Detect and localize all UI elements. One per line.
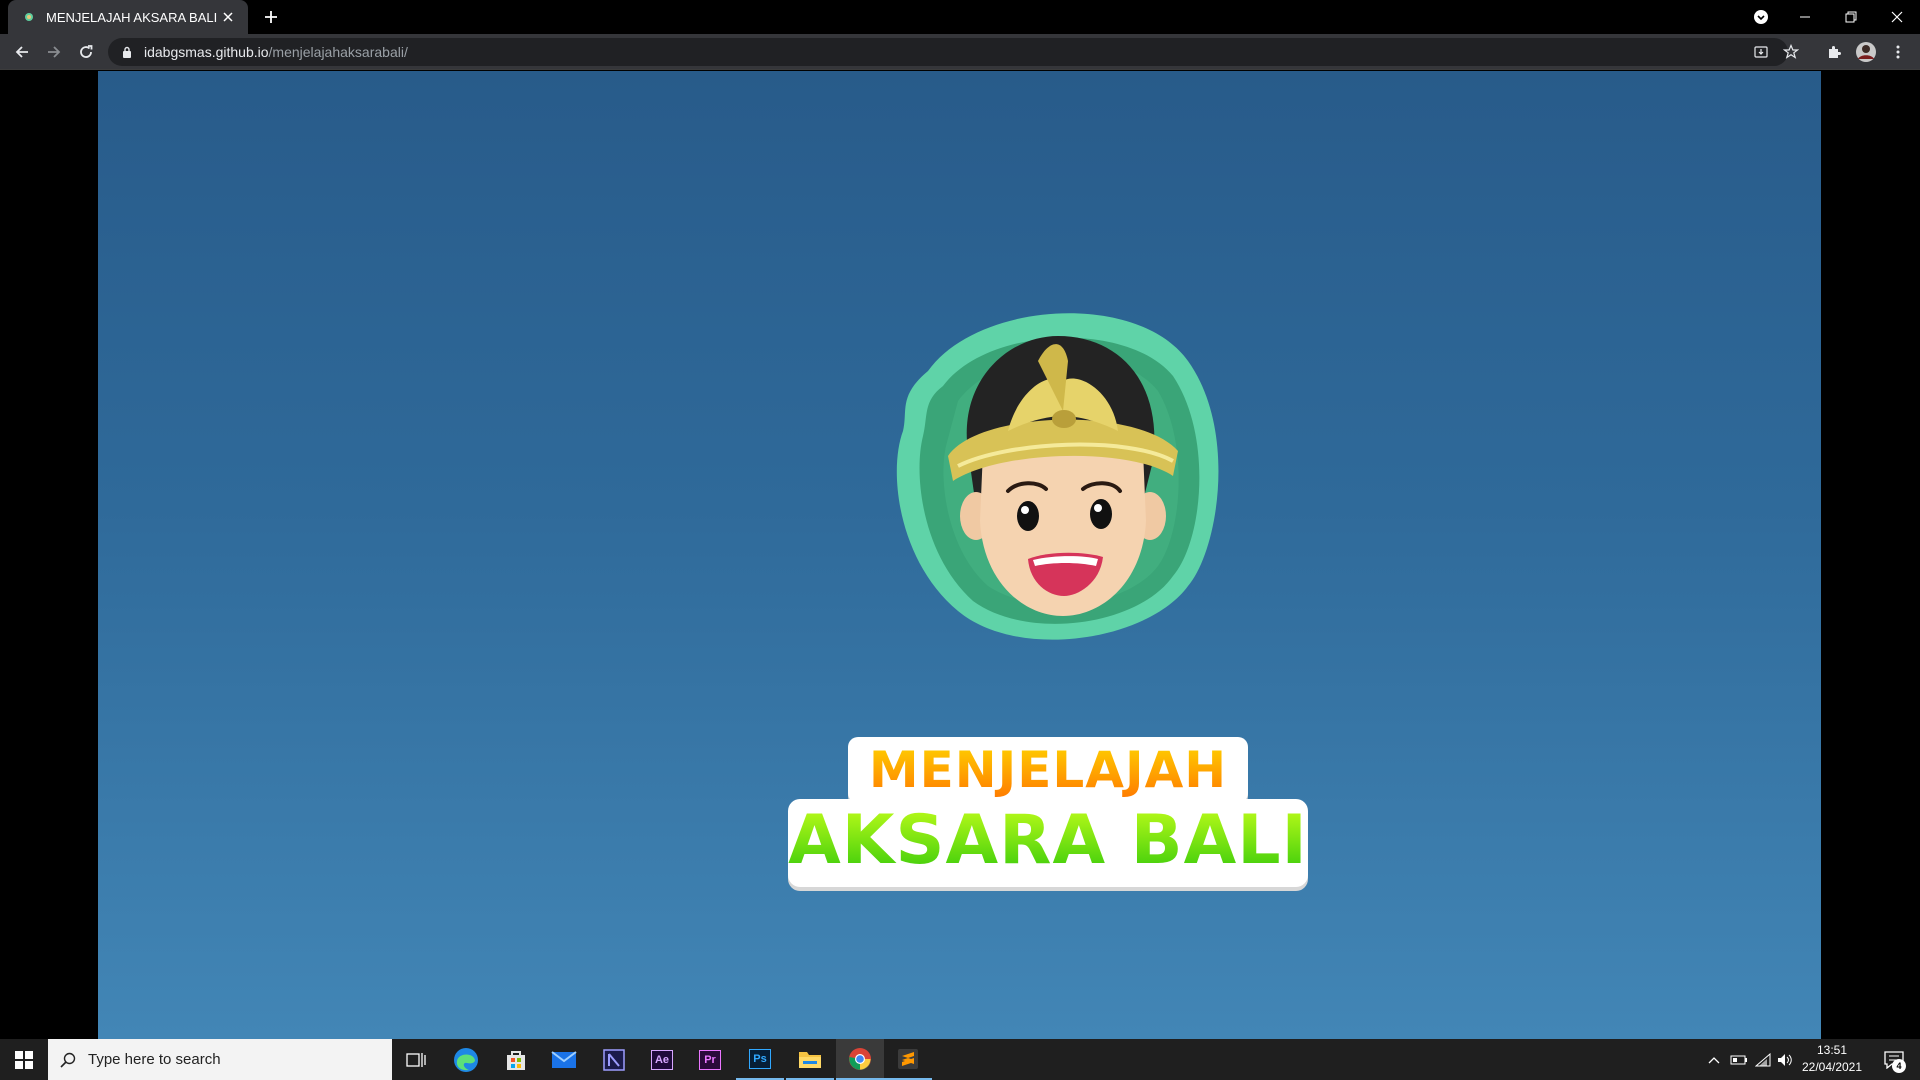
reload-icon: [80, 45, 93, 58]
task-view-button[interactable]: [392, 1039, 440, 1080]
sublime-text-icon: [898, 1048, 918, 1069]
photoshop-icon: Ps: [749, 1048, 771, 1069]
wifi-icon: [1755, 1052, 1771, 1066]
chrome-icon: [849, 1047, 871, 1070]
notification-count-badge: 4: [1892, 1059, 1906, 1073]
search-placeholder: Type here to search: [88, 1051, 221, 1068]
start-button[interactable]: [0, 1039, 48, 1080]
file-explorer-icon: [799, 1051, 821, 1068]
task-view-icon: [406, 1052, 426, 1067]
chevron-up-icon: [1708, 1056, 1720, 1063]
show-hidden-icons-button[interactable]: [1704, 1039, 1724, 1080]
install-app-button[interactable]: [1748, 38, 1774, 66]
game-logo: MENJELAJAH AKSARA BALI: [788, 301, 1308, 901]
premiere-rush-icon: [603, 1048, 625, 1071]
clock-time: 13:51: [1816, 1043, 1848, 1057]
store-taskbar-button[interactable]: [492, 1039, 540, 1080]
browser-menu-button[interactable]: [1884, 38, 1912, 66]
game-canvas[interactable]: MENJELAJAH AKSARA BALI: [98, 71, 1821, 1039]
premiere-pro-taskbar-button[interactable]: Pr: [686, 1039, 734, 1080]
reload-button[interactable]: [72, 38, 100, 66]
profile-avatar[interactable]: [1852, 38, 1880, 66]
extensions-button[interactable]: [1820, 38, 1848, 66]
game-title-line1: MENJELAJAH: [868, 741, 1228, 799]
premiere-rush-taskbar-button[interactable]: [590, 1039, 638, 1080]
avatar-icon: [1856, 42, 1876, 62]
store-icon: [507, 1050, 525, 1070]
after-effects-icon: Ae: [651, 1049, 673, 1070]
tab-close-icon[interactable]: [218, 7, 238, 27]
taskbar: Type here to search Ae Pr Ps 13:51 22/04…: [0, 1039, 1920, 1080]
chevron-down-circle-icon: [1754, 10, 1768, 24]
restore-icon: [1845, 11, 1857, 23]
sublime-text-taskbar-button[interactable]: [884, 1039, 932, 1080]
site-favicon-icon: [22, 10, 36, 24]
minimize-button[interactable]: [1782, 0, 1828, 34]
taskbar-search-box[interactable]: Type here to search: [48, 1039, 392, 1080]
restore-button[interactable]: [1828, 0, 1874, 34]
after-effects-taskbar-button[interactable]: Ae: [638, 1039, 686, 1080]
address-bar[interactable]: idabgsmas.github.io/menjelajahaksarabali…: [108, 38, 1799, 66]
game-title-wordmark: MENJELAJAH AKSARA BALI: [788, 737, 1308, 901]
star-icon: [1783, 44, 1799, 59]
windows-logo-icon: [15, 1050, 33, 1069]
browser-tab[interactable]: MENJELAJAH AKSARA BALI: [8, 0, 248, 34]
taskbar-clock[interactable]: 13:51 22/04/2021: [1796, 1042, 1868, 1076]
puzzle-icon: [1829, 46, 1841, 58]
game-title-line2: AKSARA BALI: [788, 801, 1308, 880]
clock-date: 22/04/2021: [1801, 1060, 1863, 1074]
tab-title: MENJELAJAH AKSARA BALI: [46, 9, 218, 25]
new-tab-button[interactable]: [258, 4, 284, 30]
balinese-boy-mascot-icon: [896, 313, 1219, 640]
battery-tray-icon[interactable]: [1728, 1039, 1750, 1080]
mail-taskbar-button[interactable]: [540, 1039, 588, 1080]
premiere-pro-icon: Pr: [699, 1049, 721, 1070]
install-icon: [1754, 46, 1768, 58]
tab-search-button[interactable]: [1738, 0, 1784, 34]
battery-icon: [1730, 1055, 1747, 1064]
arrow-right-icon: [48, 46, 61, 58]
action-center-button[interactable]: 4: [1874, 1039, 1914, 1080]
network-tray-icon[interactable]: [1752, 1039, 1774, 1080]
tab-strip: MENJELAJAH AKSARA BALI: [0, 0, 1920, 34]
photoshop-taskbar-button[interactable]: Ps: [736, 1039, 784, 1080]
page-viewport: MENJELAJAH AKSARA BALI: [0, 71, 1920, 1039]
volume-tray-icon[interactable]: [1774, 1039, 1796, 1080]
close-window-button[interactable]: [1874, 0, 1920, 34]
file-explorer-taskbar-button[interactable]: [786, 1039, 834, 1080]
url-path: /menjelajahaksarabali/: [268, 44, 408, 60]
url-host: idabgsmas.github.io: [144, 44, 269, 60]
search-icon: [60, 1052, 76, 1068]
plus-icon: [265, 11, 277, 23]
edge-icon: [454, 1047, 478, 1072]
minimize-icon: [1800, 16, 1810, 18]
lock-icon: [120, 45, 134, 59]
bookmark-button[interactable]: [1778, 38, 1804, 66]
close-icon: [1891, 11, 1903, 23]
forward-button[interactable]: [40, 38, 68, 66]
edge-taskbar-button[interactable]: [442, 1039, 490, 1080]
back-button[interactable]: [8, 38, 36, 66]
kebab-menu-icon: [1896, 45, 1900, 59]
arrow-left-icon: [15, 46, 28, 58]
browser-toolbar: idabgsmas.github.io/menjelajahaksarabali…: [0, 34, 1920, 70]
speaker-icon: [1778, 1053, 1792, 1066]
mail-icon: [551, 1050, 577, 1068]
chrome-taskbar-button[interactable]: [836, 1039, 884, 1080]
